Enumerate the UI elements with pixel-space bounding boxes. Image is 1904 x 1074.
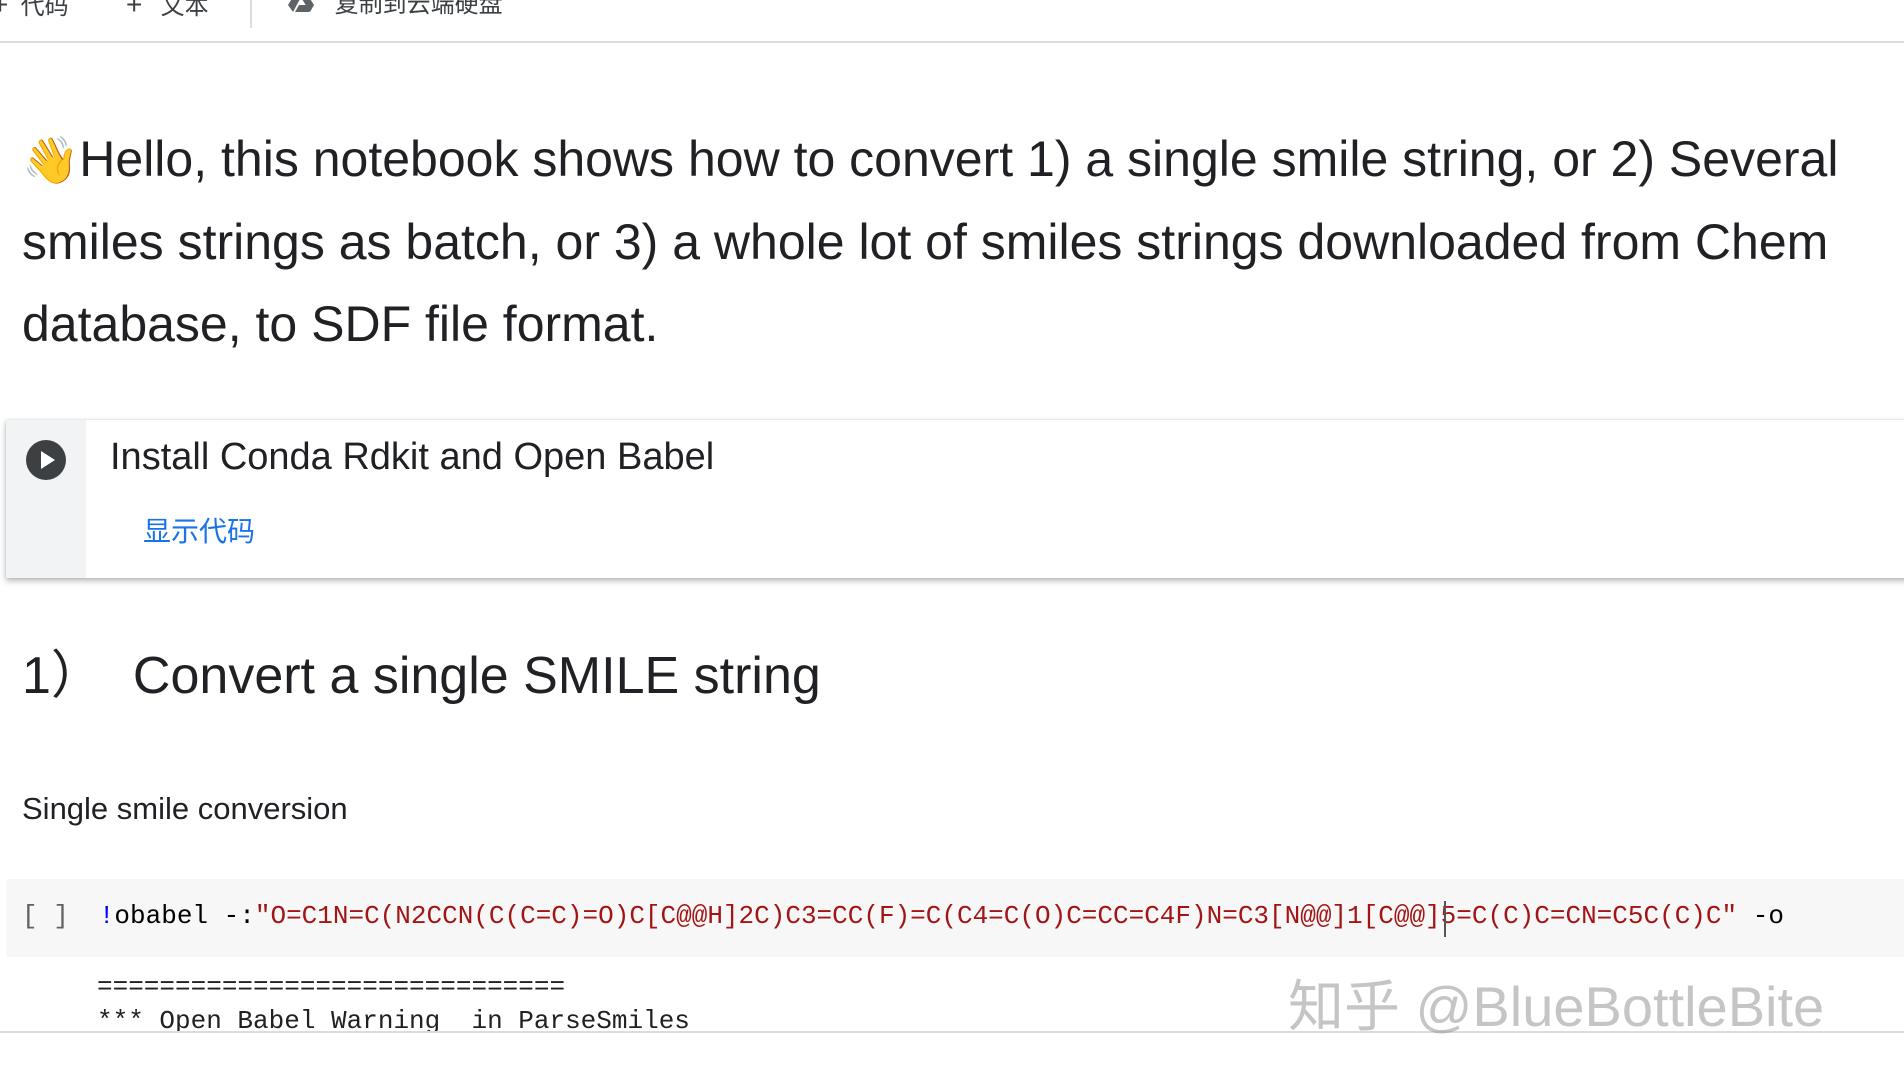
text-cursor xyxy=(1444,901,1446,937)
heading-number: 1） xyxy=(22,647,103,705)
toolbar-divider xyxy=(250,0,252,28)
watermark-text: 知乎 @BlueBottleBite xyxy=(1288,975,1825,1038)
intro-text-cell[interactable]: 👋Hello, this notebook shows how to conve… xyxy=(22,118,1904,365)
plus-icon: + xyxy=(126,0,143,20)
execution-count[interactable]: [ ] xyxy=(22,901,69,931)
section-heading: 1） Convert a single SMILE string xyxy=(22,633,821,708)
notebook-page: + 代码 + 文本 复制到云端硬盘 👋Hello, this notebook … xyxy=(0,0,1904,1074)
plus-icon: + xyxy=(0,0,9,20)
command-rest: -o xyxy=(1737,901,1784,931)
waving-hand-icon: 👋 xyxy=(22,134,80,186)
show-code-link[interactable]: 显示代码 xyxy=(143,510,255,550)
heading-text: Convert a single SMILE string xyxy=(132,647,821,705)
add-code-button[interactable]: + 代码 xyxy=(0,0,69,20)
cell-output: ============================== *** Open B… xyxy=(97,970,690,1038)
shell-bang: ! xyxy=(98,901,115,931)
install-section-cell[interactable]: Install Conda Rdkit and Open Babel 显示代码 xyxy=(6,420,1904,578)
section-title: Install Conda Rdkit and Open Babel xyxy=(110,436,715,478)
intro-line-2: smiles strings as batch, or 3) a whole l… xyxy=(22,214,1829,270)
subheading-text: Single smile conversion xyxy=(22,791,348,826)
code-cell[interactable]: [ ] !obabel -:"O=C1N=C(N2CCN(C(C=C)=O)C[C… xyxy=(6,879,1904,957)
copy-to-drive-button[interactable]: 复制到云端硬盘 xyxy=(288,0,503,20)
intro-line-1: 👋Hello, this notebook shows how to conve… xyxy=(22,131,1839,187)
google-drive-icon xyxy=(288,0,314,21)
copy-to-drive-label: 复制到云端硬盘 xyxy=(334,0,503,18)
run-cell-button[interactable] xyxy=(26,440,66,480)
add-text-button[interactable]: + 文本 xyxy=(126,0,209,20)
add-text-label: 文本 xyxy=(160,0,209,20)
code-editor-line[interactable]: [ ] !obabel -:"O=C1N=C(N2CCN(C(C=C)=O)C[C… xyxy=(22,901,1784,937)
add-code-label: 代码 xyxy=(20,0,69,20)
cell-gutter xyxy=(6,420,86,578)
output-line-1: ============================== xyxy=(97,972,566,1002)
intro-line-3: database, to SDF file format. xyxy=(22,296,659,352)
notebook-toolbar: + 代码 + 文本 复制到云端硬盘 xyxy=(0,0,1904,43)
smiles-string: "O=C1N=C(N2CCN(C(C=C)=O)C[C@@H]2C)C3=CC(… xyxy=(254,901,1738,931)
command-text: obabel -: xyxy=(114,901,255,931)
